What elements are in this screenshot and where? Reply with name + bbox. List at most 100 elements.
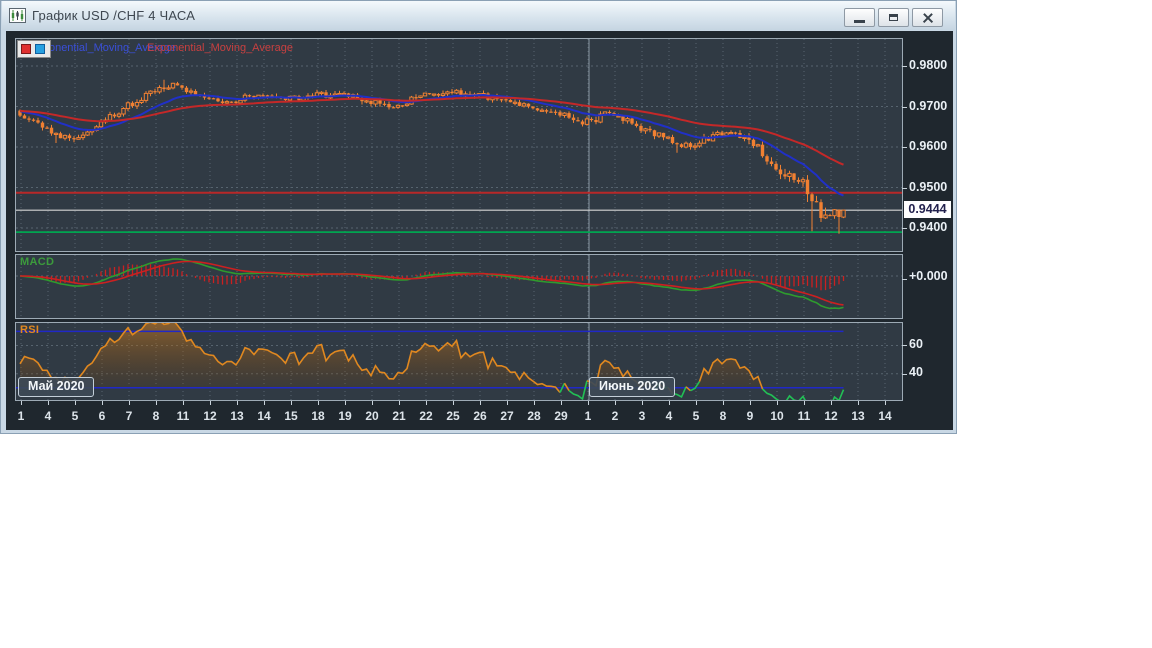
- candle-body-up: [62, 134, 68, 139]
- rsi-chart[interactable]: [16, 323, 902, 400]
- macd-zero-tick-label: +0.000: [909, 269, 948, 283]
- candle-body-down: [387, 104, 391, 108]
- price-tick-mark: [902, 228, 907, 229]
- candle-body-up: [337, 93, 342, 96]
- candle-body-up: [107, 114, 113, 121]
- candle-body-down: [130, 102, 135, 106]
- candle-body-down: [549, 111, 553, 113]
- date-label: 11: [797, 409, 811, 423]
- candle-body-down: [688, 143, 693, 147]
- candle-body-up: [166, 87, 171, 90]
- candle-body-down: [153, 91, 157, 93]
- candle-body-up: [157, 87, 162, 93]
- candle-body-down: [648, 128, 652, 131]
- candle-body-up: [755, 144, 761, 147]
- rsi-panel[interactable]: RSI: [15, 322, 903, 401]
- candle-body-up: [143, 92, 149, 101]
- window-titlebar[interactable]: График USD /CHF 4 ЧАСА: [2, 1, 955, 30]
- date-label: 14: [257, 409, 271, 423]
- candle-body-up: [224, 101, 230, 104]
- rsi-tick-label: 60: [909, 337, 923, 351]
- macd-panel[interactable]: MACD: [15, 254, 903, 319]
- candle-body-up: [125, 102, 131, 110]
- date-tick-mark: [453, 401, 454, 405]
- minimize-icon: [854, 19, 865, 23]
- candle-body-down: [427, 93, 432, 95]
- candle-body-down: [265, 95, 270, 97]
- price-tick-label: 0.9500: [909, 180, 948, 194]
- candle-body-up: [80, 134, 86, 139]
- candle-body-down: [783, 174, 787, 177]
- legend-color-box: [17, 40, 51, 58]
- candle-body-down: [175, 83, 180, 86]
- candle-body-up: [742, 136, 747, 140]
- main-chart-panel[interactable]: [15, 38, 903, 252]
- date-label: 10: [770, 409, 784, 423]
- month-label-june: Июнь 2020: [589, 377, 676, 397]
- date-label: 22: [419, 409, 433, 423]
- restore-button[interactable]: [878, 8, 909, 27]
- date-label: 3: [638, 409, 646, 423]
- date-tick-mark: [21, 401, 22, 405]
- candle-body-down: [180, 85, 184, 88]
- candle-body-down: [27, 118, 31, 120]
- candle-body-up: [238, 99, 243, 104]
- date-label: 21: [392, 409, 406, 423]
- candle-body-down: [58, 133, 63, 139]
- candle-body-down: [796, 179, 801, 182]
- ema-line: [19, 93, 844, 197]
- candle-body-up: [422, 92, 428, 97]
- price-tick-label: 0.9800: [909, 58, 948, 72]
- candle-body-down: [634, 123, 639, 126]
- candle-body-up: [418, 95, 423, 98]
- candle-body-down: [558, 112, 562, 116]
- candle-body-down: [22, 115, 27, 119]
- candle-body-up: [148, 90, 153, 94]
- candle-body-down: [535, 108, 540, 111]
- price-tick-label: 0.9400: [909, 220, 948, 234]
- date-label: 11: [176, 409, 190, 423]
- candle-body-down: [576, 120, 580, 122]
- date-tick-mark: [318, 401, 319, 405]
- legend-blue-square-icon: [35, 44, 45, 54]
- date-tick-mark: [885, 401, 886, 405]
- date-tick-mark: [75, 401, 76, 405]
- candle-body-up: [800, 179, 806, 183]
- date-label: 6: [98, 409, 106, 423]
- ema-line: [19, 96, 844, 166]
- date-label: 19: [338, 409, 352, 423]
- date-tick-mark: [264, 401, 265, 405]
- candle-body-down: [36, 120, 40, 123]
- date-label: 4: [44, 409, 52, 423]
- date-label: 27: [500, 409, 514, 423]
- close-button[interactable]: [912, 8, 943, 27]
- candle-body-down: [652, 130, 657, 137]
- candle-body-up: [319, 91, 324, 94]
- date-label: 5: [692, 409, 700, 423]
- date-label: 18: [311, 409, 325, 423]
- chart-area: Exponential_Moving_Average Exponential_M…: [6, 31, 953, 430]
- legend-red-square-icon: [21, 44, 31, 54]
- candle-body-down: [661, 132, 666, 138]
- rsi-fill: [20, 323, 844, 388]
- candle-body-down: [630, 118, 634, 124]
- candle-body-up: [170, 82, 176, 89]
- date-tick-mark: [210, 401, 211, 405]
- candle-body-up: [602, 111, 608, 115]
- macd-chart[interactable]: [16, 255, 902, 318]
- minimize-button[interactable]: [844, 8, 875, 27]
- rsi-line: [568, 380, 588, 400]
- candle-body-down: [814, 201, 819, 203]
- candle-body-up: [521, 103, 527, 107]
- candle-body-up: [683, 142, 689, 148]
- date-tick-mark: [156, 401, 157, 405]
- candle-body-down: [751, 139, 756, 146]
- candle-body-up: [188, 90, 194, 93]
- candle-body-down: [517, 102, 522, 106]
- candlestick-chart[interactable]: [16, 39, 902, 251]
- price-tick-mark: [902, 66, 907, 67]
- candle-body-down: [378, 100, 382, 104]
- candle-body-up: [656, 132, 662, 137]
- candle-body-down: [639, 125, 643, 131]
- candle-body-down: [49, 127, 54, 134]
